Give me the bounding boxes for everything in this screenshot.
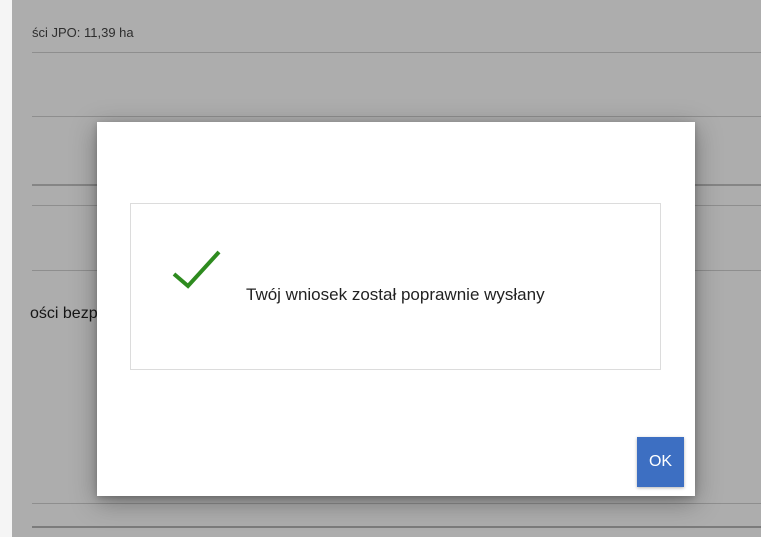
success-dialog: Twój wniosek został poprawnie wysłany OK — [97, 122, 695, 496]
screen: ści JPO: 11,39 ha ości bezp Twój wniosek… — [0, 0, 761, 537]
success-message: Twój wniosek został poprawnie wysłany — [246, 285, 545, 304]
ok-button[interactable]: OK — [637, 437, 684, 487]
check-icon — [172, 250, 221, 289]
modal-backdrop-edge — [0, 0, 12, 537]
message-box: Twój wniosek został poprawnie wysłany — [130, 203, 661, 370]
